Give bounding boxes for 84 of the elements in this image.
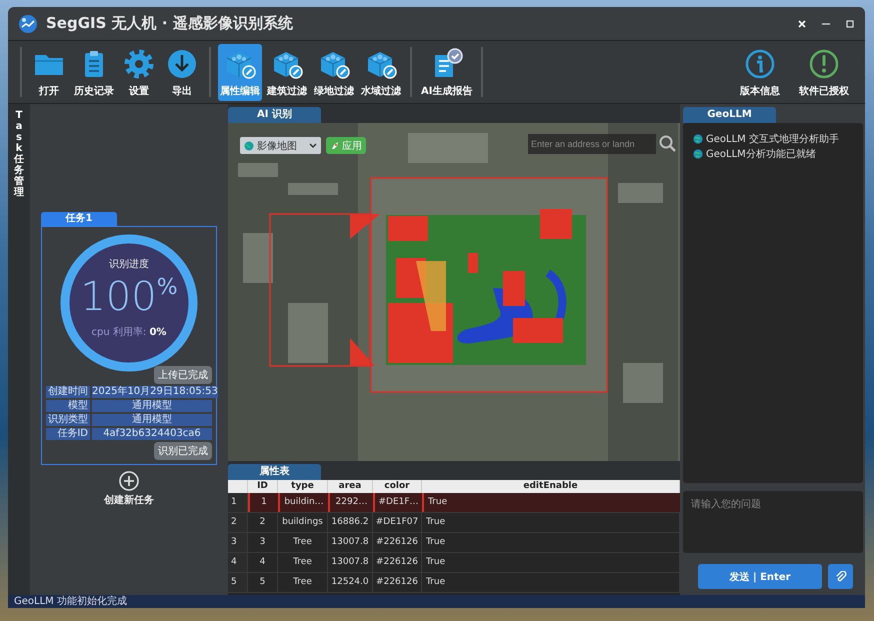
table-cell: #DE1F07: [373, 513, 422, 532]
table-cell: buildin…: [278, 493, 328, 512]
table-cell: #226126: [373, 533, 422, 552]
panel-tab[interactable]: AI 识别: [228, 107, 321, 123]
chat-message: GeoLLM分析功能已就绪: [706, 148, 816, 161]
globe-icon: [693, 134, 703, 144]
table-cell: 12524.0: [328, 573, 373, 592]
paperclip-icon: [834, 570, 846, 582]
field-value: 2025年10月29日18:05:53: [92, 386, 218, 398]
add-icon[interactable]: [119, 471, 139, 491]
recognition-status: 识别已完成: [154, 442, 212, 460]
table-cell: #226126: [373, 553, 422, 572]
status-button[interactable]: 版本信息: [738, 44, 782, 100]
table-row[interactable]: 5 5 Tree 12524.0 #226126 True: [228, 573, 680, 593]
address-search-field[interactable]: Enter an address or landn: [528, 134, 656, 154]
panel-tab[interactable]: GeoLLM: [683, 107, 776, 123]
table-cell: #DE1F…: [373, 493, 422, 512]
table-cell: 3: [248, 533, 278, 552]
row-number: 2: [228, 513, 248, 532]
attach-button[interactable]: [828, 564, 853, 589]
field-label: 创建时间: [46, 386, 90, 398]
toolbar-button[interactable]: 历史记录: [72, 44, 116, 100]
new-task-label[interactable]: 创建新任务: [104, 493, 154, 507]
table-row[interactable]: 2 2 buildings 16886.2 #DE1F07 True: [228, 513, 680, 533]
field-value: 通用模型: [92, 414, 212, 426]
search-icon[interactable]: [658, 134, 678, 154]
field-label: 模型: [46, 400, 90, 412]
question-input-field[interactable]: 请输入您的问题: [683, 491, 863, 553]
status-button[interactable]: 软件已授权: [797, 44, 851, 100]
table-cell: buildings: [278, 513, 328, 532]
cpu-usage: cpu 利用率: 0%: [92, 326, 166, 338]
toolbar-button[interactable]: 建筑过滤: [265, 44, 309, 100]
row-number: 4: [228, 553, 248, 572]
download-icon: [166, 48, 198, 80]
percent-sign: %: [156, 274, 178, 300]
table-cell: 1: [248, 493, 278, 512]
settings-icon: [123, 48, 155, 80]
close-icon[interactable]: [797, 18, 807, 28]
table-cell: #226126: [373, 573, 422, 592]
chat-message: GeoLLM 交互式地理分析助手: [706, 132, 839, 146]
panel-tab[interactable]: 属性表: [228, 464, 321, 480]
table-row[interactable]: 1 1 buildin… 2292… #DE1F… True: [228, 493, 680, 513]
toolbar-button[interactable]: 水域过滤: [359, 44, 403, 100]
row-number: 5: [228, 573, 248, 592]
table-cell: 2: [248, 513, 278, 532]
toolbar-button[interactable]: AI生成报告: [419, 44, 474, 100]
row-number: 3: [228, 533, 248, 552]
progress-value: 100: [80, 274, 157, 318]
toolbar-button[interactable]: 导出: [162, 44, 202, 100]
table-cell: 5: [248, 573, 278, 592]
table-cell: 13007.8: [328, 533, 373, 552]
task-card-header[interactable]: 任务1: [41, 212, 117, 226]
side-panel-tab[interactable]: Task 任务管理: [14, 110, 24, 198]
progress-label: 识别进度: [109, 258, 149, 270]
map-layer-dropdown[interactable]: 影像地图: [240, 137, 321, 154]
status-bar: GeoLLM 功能初始化完成: [8, 595, 865, 608]
table-cell: Tree: [278, 533, 328, 552]
table-row[interactable]: 3 3 Tree 13007.8 #226126 True: [228, 533, 680, 553]
table-cell: 13007.8: [328, 553, 373, 572]
table-cell: Tree: [278, 553, 328, 572]
table-cell: Tree: [278, 573, 328, 592]
info-icon: [744, 48, 776, 80]
field-value: 通用模型: [92, 400, 212, 412]
app-logo-icon: [18, 14, 38, 34]
table-cell: 2292…: [328, 493, 373, 512]
exclamation-icon: [808, 48, 840, 80]
row-number: 1: [228, 493, 248, 512]
rocket-icon: [330, 140, 340, 150]
field-label: 识别类型: [46, 414, 90, 426]
globe-icon: [693, 149, 703, 159]
toolbar-button[interactable]: 设置: [119, 44, 159, 100]
window-title: SegGIS 无人机 · 遥感影像识别系统: [46, 14, 294, 33]
upload-status: 上传已完成: [154, 366, 212, 384]
table-cell: 4: [248, 553, 278, 572]
toolbar-button[interactable]: 打开: [29, 44, 69, 100]
field-value: 4af32b6324403ca6: [92, 428, 212, 440]
field-label: 任务ID: [46, 428, 90, 440]
chevron-down-icon: [309, 142, 317, 148]
send-button[interactable]: 发送 | Enter: [698, 564, 822, 589]
toolbar-button[interactable]: 绿地过滤: [312, 44, 356, 100]
maximize-icon[interactable]: [845, 18, 855, 28]
table-cell: 16886.2: [328, 513, 373, 532]
globe-icon: [244, 140, 254, 150]
table-row[interactable]: 4 4 Tree 13007.8 #226126 True: [228, 553, 680, 573]
